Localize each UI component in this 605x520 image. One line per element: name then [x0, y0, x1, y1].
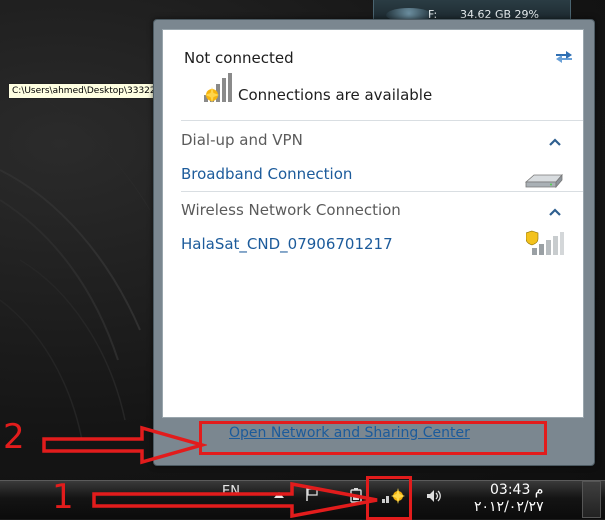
refresh-arrows-icon[interactable] — [553, 47, 575, 65]
connection-status: Not connected — [184, 49, 294, 67]
connection-broadband[interactable]: Broadband Connection — [181, 165, 352, 183]
show-desktop-button[interactable] — [582, 481, 601, 518]
network-connections-panel: Not connected Connections are available … — [162, 29, 584, 418]
volume-speaker-icon[interactable] — [425, 488, 443, 504]
connections-available-text: Connections are available — [238, 86, 433, 104]
annotation-number-1: 1 — [52, 477, 74, 517]
annotation-arrow-right-1 — [92, 482, 378, 518]
annotation-number-2: 2 — [3, 417, 25, 457]
wifi-signal-secured-icon — [526, 230, 564, 255]
clock-time[interactable]: 03:43 م — [490, 482, 543, 498]
clock-date[interactable]: ٢٠١٢/٠٢/٢٧ — [474, 499, 544, 515]
signal-bars-warning-icon — [204, 73, 232, 103]
open-network-sharing-center-link[interactable]: Open Network and Sharing Center — [229, 425, 470, 441]
section-divider — [181, 120, 583, 121]
collapse-chevron-icon[interactable] — [547, 136, 563, 148]
network-flyout: Not connected Connections are available … — [153, 19, 595, 466]
collapse-chevron-icon[interactable] — [547, 206, 563, 218]
connection-wireless-network[interactable]: HalaSat_CND_07906701217 — [181, 235, 393, 253]
section-divider — [181, 191, 583, 192]
section-header-dialup-vpn: Dial-up and VPN — [181, 131, 303, 149]
modem-icon — [524, 173, 563, 189]
annotation-arrow-right-2 — [42, 425, 207, 465]
section-header-wireless: Wireless Network Connection — [181, 201, 401, 219]
